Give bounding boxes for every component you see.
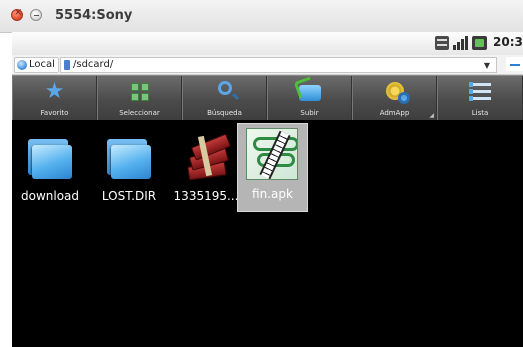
3g-icon (435, 36, 449, 50)
list-icon (469, 81, 491, 103)
toolbar: ★ Favorito Seleccionar Búsqueda Subir Ad… (12, 75, 523, 121)
file-name: fin.apk (252, 187, 293, 201)
favorites-label: Favorito (40, 109, 69, 117)
window-title: 5554:Sony (55, 8, 133, 23)
apk-icon (246, 128, 298, 180)
favorites-button[interactable]: ★ Favorito (12, 76, 97, 121)
file-item-lost-dir[interactable]: LOST.DIR (95, 129, 163, 219)
window-title-bar: 5554:Sony (0, 0, 523, 33)
location-bar: Local /sdcard/ ▼ (12, 55, 523, 75)
status-time: 20:33 (493, 35, 523, 49)
folder-icon (26, 135, 74, 183)
storage-label: Local (29, 59, 55, 70)
list-view-button[interactable]: Lista (437, 76, 523, 121)
window-close-button[interactable] (11, 7, 23, 21)
status-bar: 20:33 (12, 32, 523, 55)
gear-icon (385, 82, 410, 104)
folder-icon (105, 135, 153, 183)
file-grid: download LOST.DIR 1335195... fin.apk (12, 120, 523, 347)
sdcard-icon (64, 60, 70, 70)
corner-indicator-icon: ◢ (429, 112, 434, 119)
select-button[interactable]: Seleccionar (97, 76, 182, 121)
select-label: Seleccionar (119, 109, 160, 117)
file-name: download (20, 189, 80, 203)
archive-icon (184, 133, 232, 181)
battery-icon (472, 36, 487, 50)
list-view-label: Lista (471, 109, 489, 117)
chevron-down-icon: ▼ (483, 61, 490, 70)
star-icon: ★ (44, 79, 65, 104)
path-text: /sdcard/ (73, 59, 114, 70)
file-item-archive[interactable]: 1335195... (172, 129, 240, 219)
up-label: Subir (300, 109, 319, 117)
file-item-fin-apk[interactable]: fin.apk (237, 123, 308, 212)
select-grid-icon (130, 83, 149, 101)
window-minimize-button[interactable] (30, 9, 42, 21)
path-dropdown[interactable]: /sdcard/ ▼ (60, 57, 497, 73)
signal-icon (453, 36, 469, 50)
file-item-download[interactable]: download (16, 129, 84, 219)
folder-up-icon (298, 85, 321, 101)
app-manager-button[interactable]: AdmApp ◢ (352, 76, 437, 121)
globe-icon (17, 60, 27, 70)
app-manager-label: AdmApp (379, 109, 410, 117)
file-name: LOST.DIR (101, 189, 157, 203)
up-button[interactable]: Subir (267, 76, 352, 121)
search-button[interactable]: Búsqueda (182, 76, 267, 121)
file-name: 1335195... (173, 189, 239, 203)
search-icon (217, 81, 232, 95)
collapse-button[interactable] (506, 57, 523, 71)
storage-selector[interactable]: Local (14, 57, 59, 73)
search-label: Búsqueda (207, 109, 242, 117)
